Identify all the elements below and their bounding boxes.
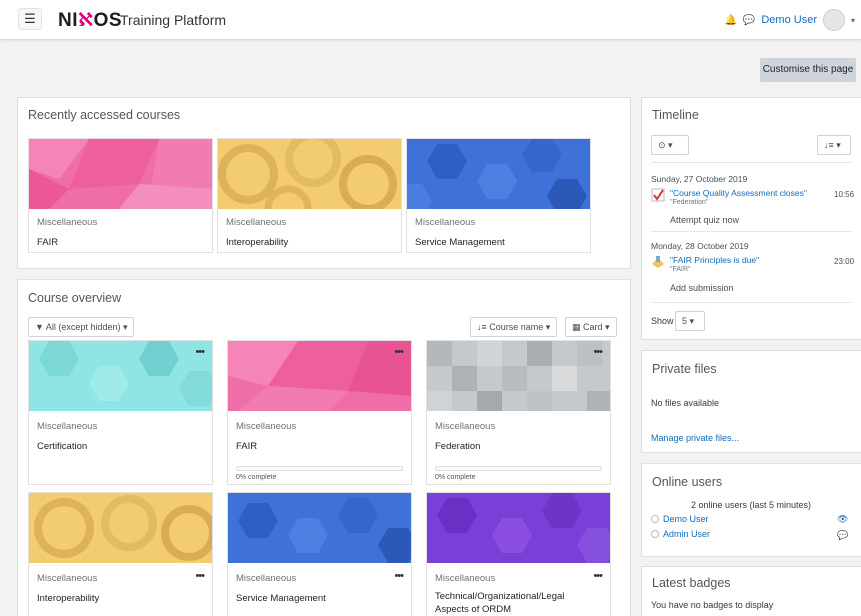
progress-text: 0% complete xyxy=(236,474,277,481)
timeline-action-link[interactable]: Attempt quiz now xyxy=(670,215,739,225)
timeline-date: Sunday, 27 October 2019 xyxy=(651,174,748,184)
course-menu-icon[interactable]: ••• xyxy=(394,571,404,582)
course-name[interactable]: FAIR xyxy=(37,236,97,249)
block-title-online-users: Online users xyxy=(652,475,723,489)
overview-course-card[interactable]: Miscellaneous Technical/Organizational/L… xyxy=(426,492,611,616)
show-count-select[interactable]: 5 ▾ xyxy=(675,311,705,331)
course-name[interactable]: Service Management xyxy=(415,236,505,249)
progress-bar xyxy=(236,466,403,471)
chat-icon[interactable]: 💬 xyxy=(743,15,755,26)
course-image[interactable] xyxy=(29,139,213,209)
assignment-icon xyxy=(652,256,664,268)
course-menu-icon[interactable]: ••• xyxy=(195,571,205,582)
course-name[interactable]: Interoperability xyxy=(37,592,99,605)
course-image[interactable] xyxy=(29,341,213,411)
user-menu-name[interactable]: Demo User xyxy=(761,14,817,26)
timeline-action-link[interactable]: Add submission xyxy=(670,283,734,293)
customise-page-button[interactable]: Customise this page xyxy=(760,58,856,82)
progress-text: 0% complete xyxy=(435,474,476,481)
block-title-recent: Recently accessed courses xyxy=(28,108,181,122)
private-files-block: Private files No files available Manage … xyxy=(641,350,861,453)
bell-icon[interactable]: 🔔 xyxy=(724,15,736,26)
chevron-down-icon[interactable]: ▾ xyxy=(851,16,855,25)
course-category: Miscellaneous xyxy=(37,217,98,228)
course-category: Miscellaneous xyxy=(226,217,287,228)
avatar[interactable] xyxy=(822,9,845,31)
online-user-item[interactable]: Demo User xyxy=(651,514,709,524)
progress-bar xyxy=(435,466,602,471)
course-image[interactable] xyxy=(228,341,412,411)
timeline-event-course: "FAIR" xyxy=(670,266,691,273)
course-image[interactable] xyxy=(407,139,591,209)
recent-course-card[interactable]: Miscellaneous FAIR xyxy=(28,138,213,253)
course-image[interactable] xyxy=(218,139,402,209)
block-title-private-files: Private files xyxy=(652,362,717,376)
message-icon[interactable]: 💬 xyxy=(837,530,848,541)
user-area: 🔔 💬 Demo User ▾ xyxy=(724,9,855,31)
course-image[interactable] xyxy=(29,493,213,563)
course-name[interactable]: Service Management xyxy=(236,592,326,605)
course-category: Miscellaneous xyxy=(236,573,297,584)
latest-badges-block: Latest badges You have no badges to disp… xyxy=(641,566,861,616)
course-category: Miscellaneous xyxy=(415,217,476,228)
course-menu-icon[interactable]: ••• xyxy=(394,347,404,358)
timeline-block: Timeline ⊙ ▾ ↓≡ ▾ Sunday, 27 October 201… xyxy=(641,97,861,340)
online-summary: 2 online users (last 5 minutes) xyxy=(691,500,812,510)
eye-icon[interactable]: 👁 xyxy=(837,514,848,525)
recent-course-card[interactable]: Miscellaneous Service Management xyxy=(406,138,591,253)
overview-course-card[interactable]: Miscellaneous FAIR ••• 0% complete xyxy=(227,340,412,485)
online-users-block: Online users 2 online users (last 5 minu… xyxy=(641,463,861,557)
manage-files-link[interactable]: Manage private files... xyxy=(651,433,739,443)
timeline-filter-button[interactable]: ⊙ ▾ xyxy=(651,135,689,155)
overview-course-card[interactable]: Miscellaneous Federation ••• 0% complete xyxy=(426,340,611,485)
course-overview-block: Course overview ▼ All (except hidden) ▾ … xyxy=(17,279,631,616)
user-avatar-icon xyxy=(651,530,659,538)
course-menu-icon[interactable]: ••• xyxy=(195,347,205,358)
timeline-date: Monday, 28 October 2019 xyxy=(651,241,749,251)
overview-course-card[interactable]: Miscellaneous Service Management ••• xyxy=(227,492,412,616)
course-image[interactable] xyxy=(228,493,412,563)
recent-courses-block: Recently accessed courses Miscellaneous … xyxy=(17,97,631,269)
site-logo[interactable]: NIℵOS xyxy=(58,9,122,32)
course-menu-icon[interactable]: ••• xyxy=(593,571,603,582)
timeline-event-link[interactable]: "FAIR Principles is due" xyxy=(670,255,759,265)
block-title-overview: Course overview xyxy=(28,291,122,305)
overview-course-card[interactable]: Miscellaneous Certification ••• xyxy=(28,340,213,485)
no-badges-text: You have no badges to display xyxy=(651,600,774,610)
course-name[interactable]: Technical/Organizational/Legal Aspects o… xyxy=(435,590,600,616)
course-name[interactable]: Interoperability xyxy=(226,236,288,249)
course-image[interactable] xyxy=(427,341,611,411)
quiz-icon xyxy=(651,188,665,202)
block-title-badges: Latest badges xyxy=(652,576,731,590)
timeline-event-link[interactable]: "Course Quality Assessment closes" xyxy=(670,188,807,198)
timeline-sort-button[interactable]: ↓≡ ▾ xyxy=(817,135,851,155)
menu-icon[interactable]: ☰ xyxy=(18,8,42,30)
course-category: Miscellaneous xyxy=(37,573,98,584)
course-name[interactable]: Certification xyxy=(37,440,97,453)
platform-name[interactable]: Training Platform xyxy=(120,12,226,28)
no-files-text: No files available xyxy=(651,398,720,408)
course-image[interactable] xyxy=(427,493,611,563)
filter-dropdown[interactable]: ▼ All (except hidden) ▾ xyxy=(28,317,135,337)
show-label: Show xyxy=(651,316,674,326)
online-user-item[interactable]: Admin User xyxy=(651,529,710,539)
user-avatar-icon xyxy=(651,515,659,523)
course-category: Miscellaneous xyxy=(435,573,496,584)
view-dropdown[interactable]: ▦ Card ▾ xyxy=(565,317,617,337)
timeline-event-course: "Federation" xyxy=(670,199,709,206)
sort-dropdown[interactable]: ↓≡ Course name ▾ xyxy=(470,317,558,337)
top-navbar: ☰ NIℵOS Training Platform 🔔 💬 Demo User … xyxy=(0,0,861,40)
timeline-event-time: 23:00 xyxy=(834,257,855,266)
block-title-timeline: Timeline xyxy=(652,108,699,122)
course-menu-icon[interactable]: ••• xyxy=(593,347,603,358)
course-category: Miscellaneous xyxy=(37,421,98,432)
overview-course-card[interactable]: Miscellaneous Interoperability ••• xyxy=(28,492,213,616)
timeline-event-time: 10:56 xyxy=(834,190,855,199)
recent-course-card[interactable]: Miscellaneous Interoperability xyxy=(217,138,402,253)
